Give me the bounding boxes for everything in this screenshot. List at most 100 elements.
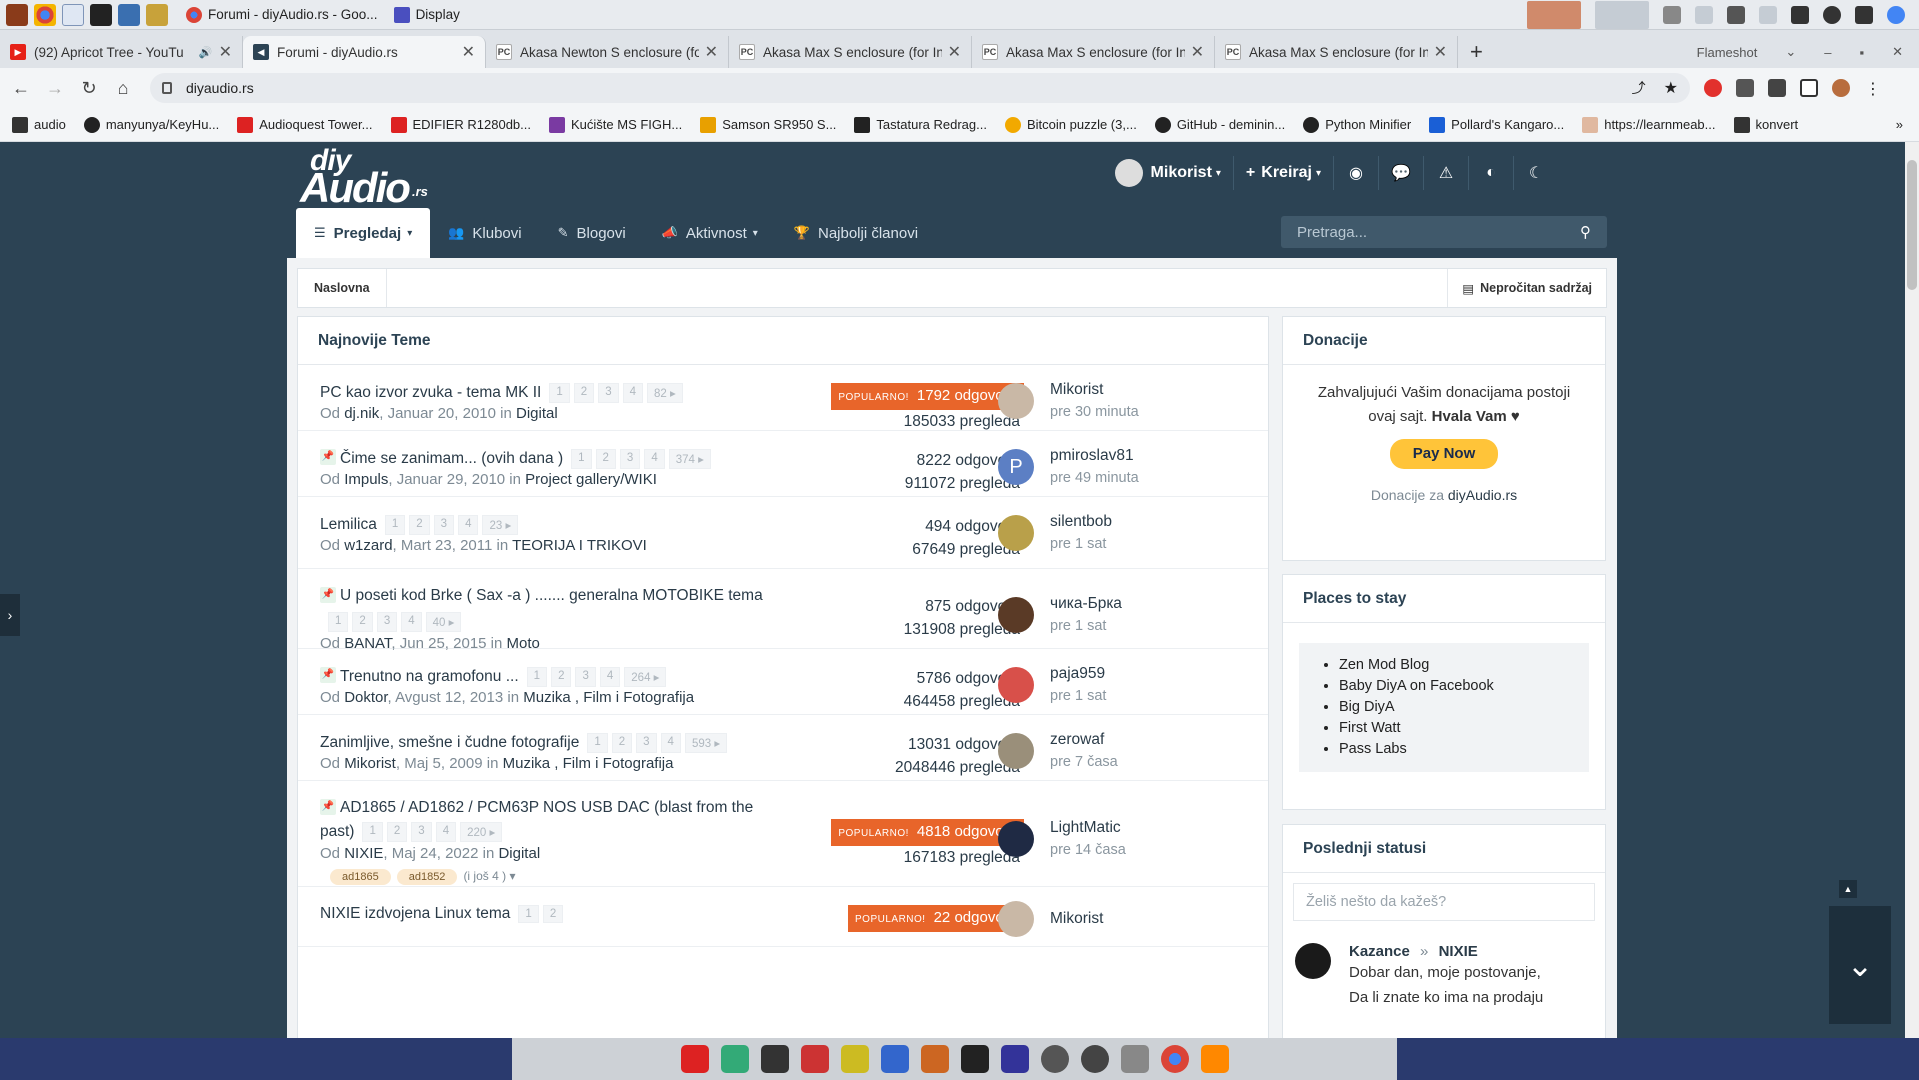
nav-najbolji-clanovi[interactable]: 🏆 Najbolji članovi (776, 208, 936, 258)
bookmark-item[interactable]: Python Minifier (1303, 116, 1411, 133)
last-poster-avatar[interactable] (998, 667, 1034, 703)
page-link[interactable]: 3 (636, 733, 657, 753)
page-link[interactable]: 1 (384, 515, 406, 535)
messages-button[interactable]: 💬 (1379, 156, 1424, 190)
page-link[interactable]: 4 (644, 449, 665, 469)
unread-content-link[interactable]: ▤ Nepročitan sadržaj (1447, 269, 1606, 307)
chrome-tray-icon[interactable] (1887, 5, 1905, 24)
plane-icon[interactable] (880, 1045, 909, 1073)
places-item[interactable]: Zen Mod Blog (1339, 655, 1569, 676)
page-link[interactable]: 1 (328, 612, 349, 632)
dark-mode-button[interactable]: ☾ (1514, 156, 1558, 190)
page-link[interactable]: 4 (401, 612, 422, 632)
thread-title[interactable]: AD1865 / AD1862 / PCM63P NOS USB DAC (bl… (340, 799, 753, 816)
create-menu[interactable]: + Kreiraj ▾ (1234, 156, 1334, 190)
tab-akasa-max-1[interactable]: PC Akasa Max S enclosure (for Int ✕ (729, 36, 972, 68)
status-recipient[interactable]: NIXIE (1439, 943, 1478, 960)
thread-author[interactable]: Doktor (344, 689, 387, 706)
thread-author[interactable]: dj.nik (344, 405, 379, 422)
reading-list-icon[interactable] (1768, 79, 1786, 97)
bookmark-item[interactable]: https://learnmeab... (1582, 116, 1716, 133)
bookmark-item[interactable]: konvert (1733, 116, 1798, 133)
file-manager-icon[interactable] (62, 3, 84, 26)
page-link[interactable]: 593 ▸ (684, 733, 728, 753)
toggle-icon[interactable] (1120, 1045, 1149, 1073)
audio-wave-icon[interactable] (1727, 5, 1745, 24)
places-item[interactable]: Big DiyA (1339, 697, 1569, 718)
network-icon[interactable] (1759, 5, 1777, 24)
alerts-button[interactable]: ⚠ (1424, 156, 1469, 190)
chrome-launcher-icon[interactable] (34, 3, 56, 26)
tag[interactable]: ad1865 (330, 869, 391, 885)
last-poster-name[interactable]: LightMatic (1050, 817, 1126, 839)
scroll-down-button[interactable]: ⌄ (1829, 906, 1891, 1024)
audio-app-icon[interactable] (6, 3, 28, 26)
page-scrollbar-thumb[interactable] (1907, 160, 1917, 290)
page-link[interactable]: 2 (542, 905, 564, 923)
page-link[interactable]: 220 ▸ (460, 822, 503, 842)
search-icon[interactable]: ⚲ (1580, 223, 1591, 241)
thread-title[interactable]: Čime se zanimam... (ovih dana ) (340, 450, 563, 467)
thread-title[interactable]: Zanimljive, smešne i čudne fotografije (320, 734, 579, 751)
pdf-icon[interactable] (800, 1045, 829, 1073)
bookmark-item[interactable]: Tastatura Redrag... (854, 116, 987, 133)
home-icon[interactable]: ⌂ (106, 78, 140, 99)
page-link[interactable]: 4 (435, 822, 457, 842)
chrome-window-thumb-icon[interactable] (1527, 0, 1581, 29)
globe-button[interactable]: ◉ (1334, 156, 1379, 190)
editor-icon[interactable] (1000, 1045, 1029, 1073)
bookmark-item[interactable]: GitHub - deminin... (1154, 116, 1285, 133)
last-poster-name[interactable]: paja959 (1050, 663, 1106, 685)
tab-search-icon[interactable]: ⌄ (1785, 44, 1796, 60)
bookmarks-more-icon[interactable]: » (1896, 117, 1919, 132)
nav-pregledaj[interactable]: ☰ Pregledaj ▾ (296, 208, 431, 258)
bookmark-star-icon[interactable]: ★ (1664, 78, 1678, 98)
page-link[interactable]: 374 ▸ (668, 449, 711, 469)
tab-akasa-newton[interactable]: PC Akasa Newton S enclosure (fo ✕ (486, 36, 729, 68)
thread-author[interactable]: Impuls (344, 471, 388, 488)
bookmark-item[interactable]: Bitcoin puzzle (3,... (1004, 116, 1137, 133)
taskbar-window-display[interactable]: Display (386, 0, 468, 30)
page-link[interactable]: 2 (409, 515, 430, 535)
bookmark-item[interactable]: manyunya/KeyHu... (83, 116, 219, 133)
page-link[interactable]: 2 (595, 449, 616, 469)
profile-avatar-icon[interactable] (1832, 79, 1850, 97)
thread-title[interactable]: Trenutno na gramofonu ... (340, 668, 519, 685)
last-poster-name[interactable]: zerowaf (1050, 729, 1118, 751)
close-tab-icon[interactable]: ✕ (948, 42, 961, 62)
scroll-top-button[interactable]: ▲ (1839, 880, 1857, 898)
chrome-icon[interactable] (1160, 1045, 1189, 1073)
last-poster-avatar[interactable] (998, 383, 1034, 419)
last-poster-name[interactable]: silentbob (1050, 511, 1112, 533)
page-link[interactable]: 1 (362, 822, 383, 842)
nav-blogovi[interactable]: ✎ Blogovi (540, 208, 644, 258)
volume-icon[interactable] (1791, 5, 1809, 24)
last-poster-name[interactable]: Mikorist (1050, 908, 1103, 930)
last-poster-avatar[interactable] (998, 733, 1034, 769)
m0-icon[interactable] (1040, 1045, 1069, 1073)
last-poster-name[interactable]: Mikorist (1050, 379, 1139, 401)
terminal-icon[interactable] (90, 3, 112, 26)
close-tab-icon[interactable]: ✕ (462, 42, 475, 62)
page-link[interactable]: 2 (352, 612, 373, 632)
page-link[interactable]: 82 ▸ (647, 383, 683, 403)
thread-forum[interactable]: TEORIJA I TRIKOVI (512, 537, 647, 554)
thread-author[interactable]: Mikorist (344, 755, 396, 772)
reload-icon[interactable]: ↻ (72, 78, 106, 99)
page-link[interactable]: 4 (599, 667, 621, 687)
page-link[interactable]: 3 (598, 383, 619, 403)
thread-title[interactable]: past) (320, 823, 354, 840)
donations-link[interactable]: diyAudio.rs (1448, 487, 1517, 503)
places-item[interactable]: Pass Labs (1339, 739, 1569, 760)
nav-klubovi[interactable]: 👥 Klubovi (430, 208, 539, 258)
page-link[interactable]: 1 (526, 667, 548, 687)
page-link[interactable]: 4 (458, 515, 479, 535)
equalizer-icon[interactable] (1663, 5, 1681, 24)
chrome-window-thumb-icon[interactable] (1595, 0, 1649, 29)
page-link[interactable]: 2 (386, 822, 408, 842)
side-panel-toggle[interactable]: › (0, 594, 20, 636)
last-poster-avatar[interactable] (998, 515, 1034, 551)
page-link[interactable]: 3 (411, 822, 432, 842)
share-icon[interactable]: ⤴ (1632, 78, 1646, 98)
page-link[interactable]: 3 (376, 612, 398, 632)
